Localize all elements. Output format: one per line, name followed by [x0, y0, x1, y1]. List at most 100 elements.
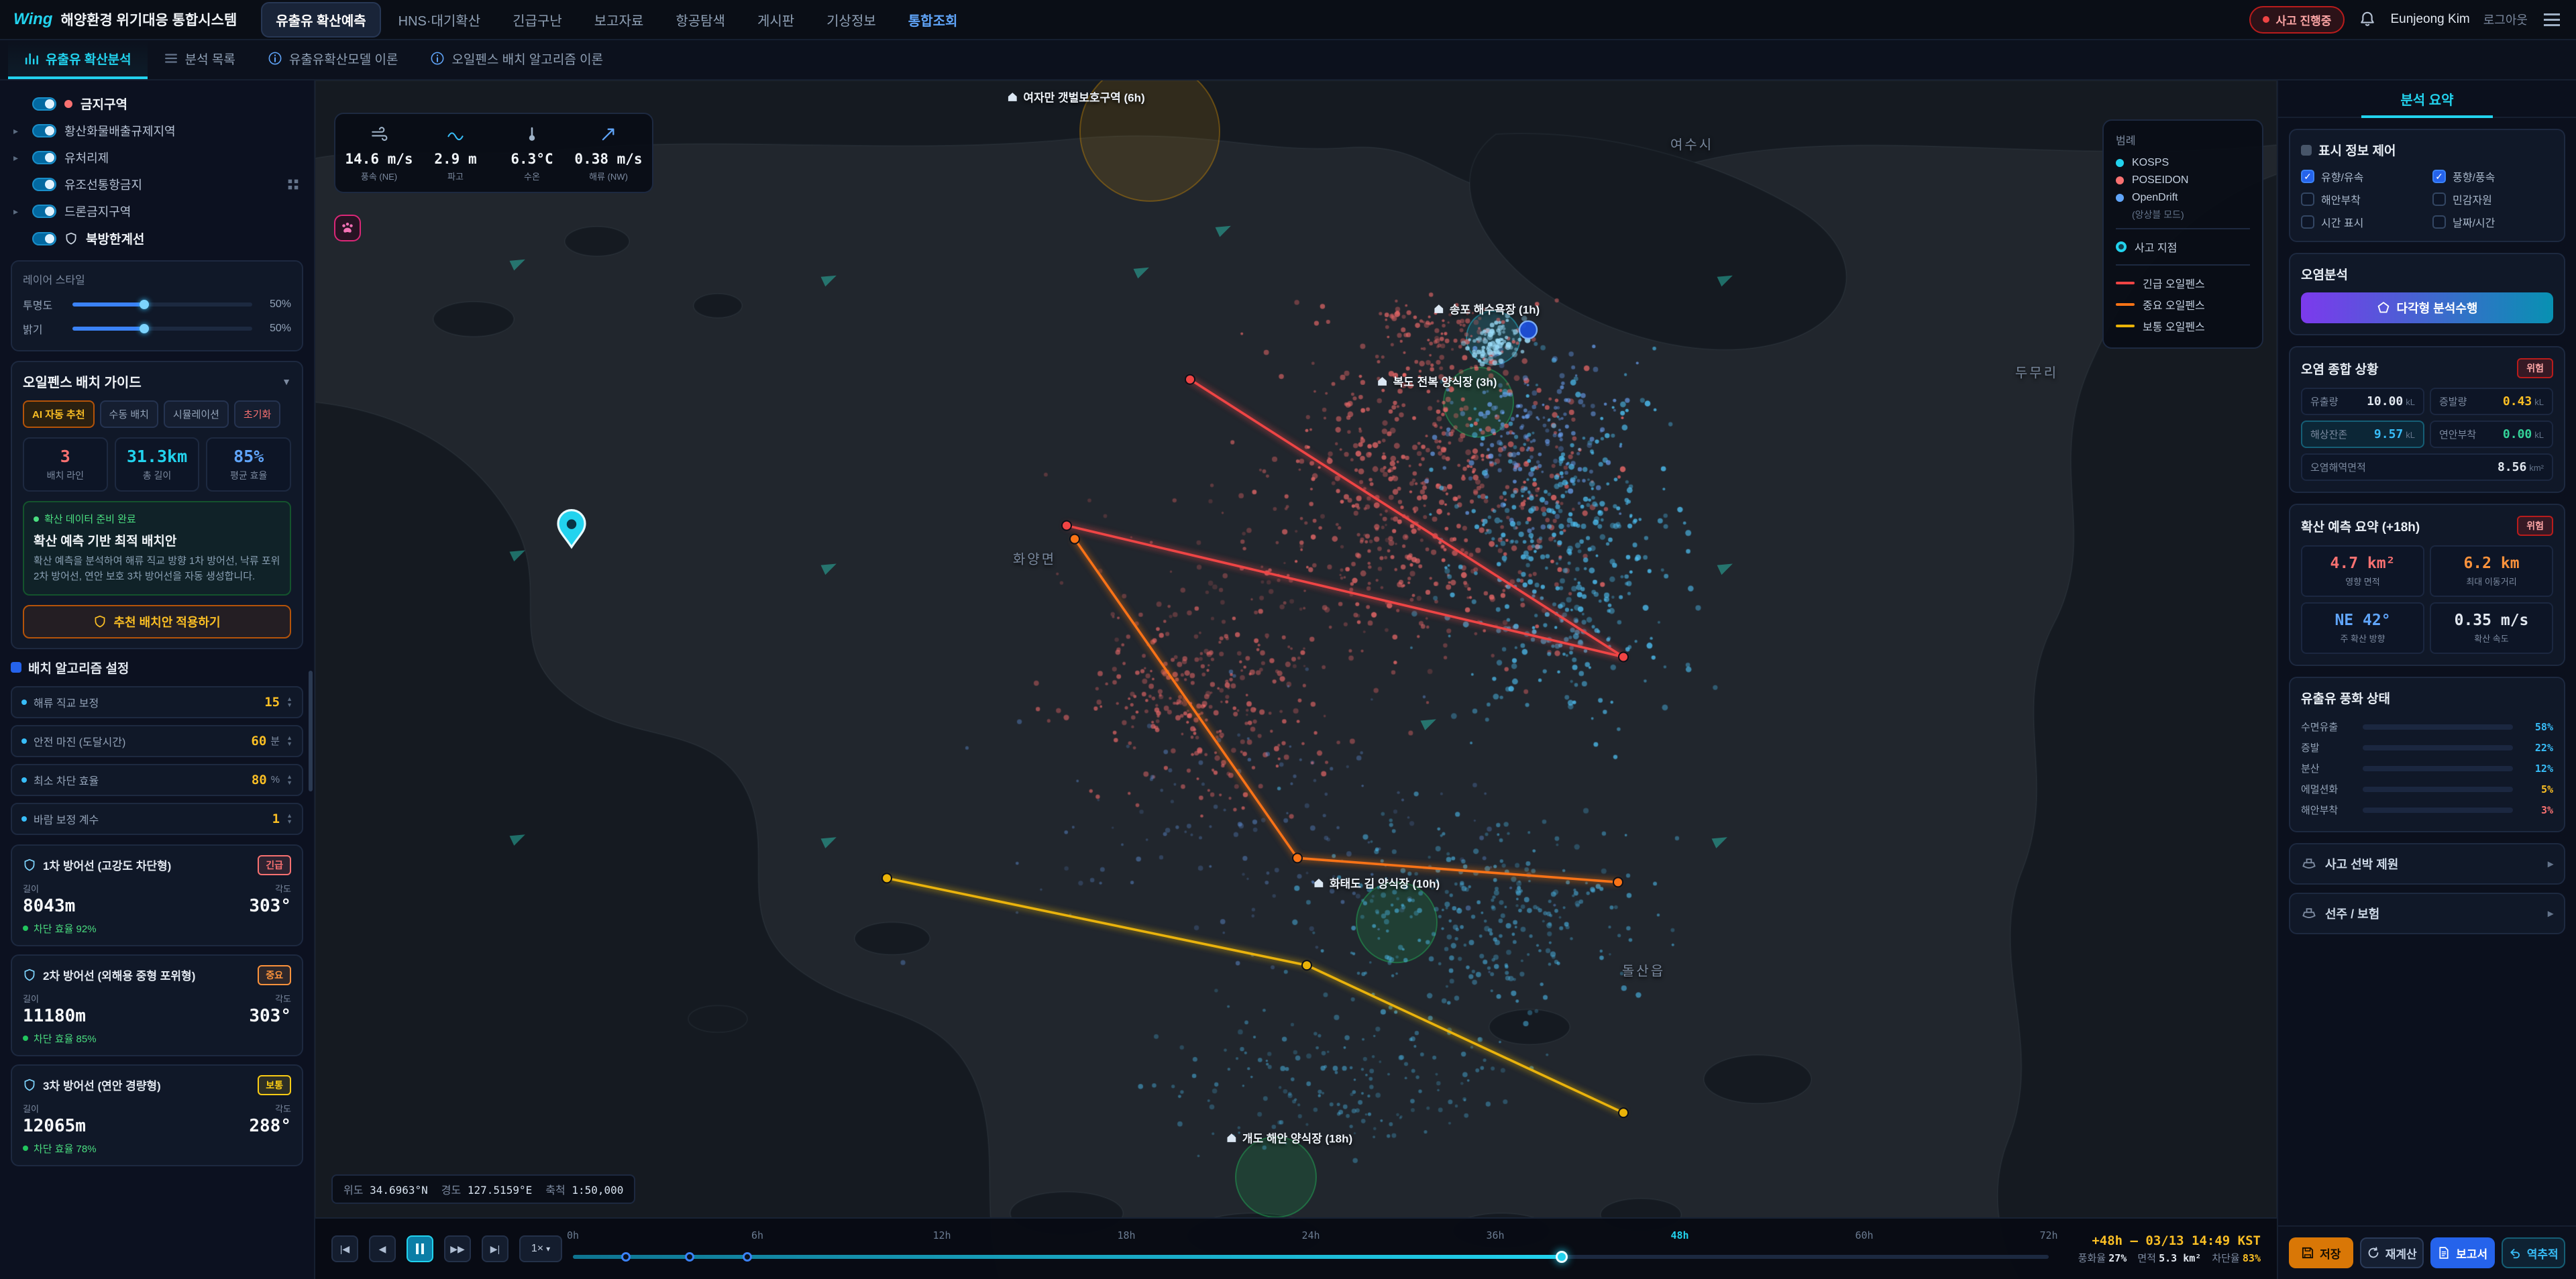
notifications-bell-icon[interactable] [2358, 10, 2377, 29]
nav-item[interactable]: 기상정보 [812, 2, 891, 38]
logout-button[interactable]: 로그아웃 [2483, 11, 2528, 28]
bar-value: 12% [2521, 763, 2553, 775]
stepper-arrows-icon[interactable]: ▲▼ [286, 735, 292, 747]
nav-item[interactable]: 보고자료 [580, 2, 659, 38]
collapsed-section[interactable]: 선주 / 보험▸ [2289, 893, 2565, 934]
nav-item[interactable]: 게시판 [743, 2, 809, 38]
layer-toggle-switch[interactable] [32, 151, 56, 164]
save-button[interactable]: 저장 [2289, 1237, 2353, 1268]
layer-row[interactable]: 유조선통항금지 [11, 172, 303, 197]
algo-param-stepper[interactable]: 바람 보정 계수1▲▼ [11, 803, 303, 835]
nav-item[interactable]: 긴급구난 [498, 2, 577, 38]
stepper-arrows-icon[interactable]: ▲▼ [286, 813, 292, 825]
stat-value: 6.2 km [2436, 555, 2546, 572]
polygon-analysis-button[interactable]: 다각형 분석수행 [2301, 292, 2553, 323]
apply-recommendation-button[interactable]: 추천 배치안 적용하기 [23, 605, 291, 638]
report-button[interactable]: 보고서 [2430, 1237, 2495, 1268]
skip-start-button[interactable]: |◀ [331, 1235, 358, 1262]
status-dot-icon [2263, 16, 2269, 23]
subtab[interactable]: 유출유확산모델 이론 [252, 40, 415, 79]
algo-param-stepper[interactable]: 해류 직교 보정15▲▼ [11, 686, 303, 718]
nav-item[interactable]: HNS·대기확산 [384, 2, 496, 38]
shield-icon [93, 615, 107, 628]
layer-row[interactable]: ▸황산화물배출규제지역 [11, 119, 303, 143]
timeline-knob[interactable] [1556, 1251, 1568, 1263]
nav-item[interactable]: 항공탐색 [661, 2, 740, 38]
timeline-event-marker[interactable] [743, 1252, 752, 1262]
stepper-arrows-icon[interactable]: ▲▼ [286, 774, 292, 786]
subtab[interactable]: 분석 목록 [148, 40, 252, 79]
layer-row[interactable]: ▸유처리제 [11, 146, 303, 170]
layer-toggle-switch[interactable] [32, 205, 56, 218]
fence-guide-tab[interactable]: 수동 배치 [100, 400, 158, 428]
map-container[interactable]: 여수시두무리화양면돌산읍여자만 갯벌보호구역 (6h)송포 해수욕장 (1h)복… [315, 80, 2277, 1279]
param-value: 60 [251, 734, 266, 748]
angle-label: 각도 [249, 992, 291, 1005]
display-checkbox[interactable]: 해안부착 [2301, 191, 2422, 207]
forecast-stat: 0.35 m/s확산 속도 [2430, 602, 2553, 654]
fast-forward-button[interactable]: ▶▶ [444, 1235, 471, 1262]
bar-value: 22% [2521, 742, 2553, 754]
defense-line-card[interactable]: 1차 방어선 (고강도 차단형)긴급길이8043m각도303°차단 효율 92% [11, 844, 303, 946]
layer-toggle-switch[interactable] [32, 124, 56, 137]
pause-button[interactable] [407, 1235, 433, 1262]
display-checkbox[interactable]: ✓풍향/풍속 [2432, 168, 2553, 184]
display-checkbox[interactable]: ✓유향/유속 [2301, 168, 2422, 184]
display-checkbox[interactable]: 날짜/시간 [2432, 214, 2553, 230]
fence-guide-tab[interactable]: 시뮬레이션 [164, 400, 229, 428]
layer-options-icon[interactable] [286, 177, 301, 192]
slider-knob[interactable] [140, 324, 149, 333]
blocking-efficiency: 차단 효율 92% [23, 922, 291, 936]
playback-speed-select[interactable]: 1×▾ [519, 1235, 562, 1262]
layer-row[interactable]: ▸드론금지구역 [11, 199, 303, 223]
layer-toggle-switch[interactable] [32, 232, 56, 245]
backtrack-button[interactable]: 역추적 [2502, 1237, 2566, 1268]
layer-row[interactable]: 북방한계선 [11, 226, 303, 251]
wing-logo-mark: Wing [13, 10, 52, 29]
display-checkbox[interactable]: 시간 표시 [2301, 214, 2422, 230]
layer-toggle-switch[interactable] [32, 178, 56, 191]
fence-guide-tab[interactable]: 초기화 [234, 400, 280, 428]
algo-param-stepper[interactable]: 최소 차단 효율80%▲▼ [11, 764, 303, 796]
fence-guide-tab[interactable]: AI 자동 추천 [23, 400, 95, 428]
slider-label: 밝기 [23, 321, 63, 337]
timeline-bar: |◀ ◀ ▶▶ ▶| 1×▾ 0h6h12h18h24h36h48h60h72h… [315, 1217, 2277, 1279]
timeline-event-marker[interactable] [685, 1252, 694, 1262]
slider-label: 투명도 [23, 296, 63, 313]
wildlife-layer-button[interactable] [334, 215, 361, 241]
nav-item[interactable]: 통합조회 [894, 2, 973, 38]
skip-end-button[interactable]: ▶| [482, 1235, 508, 1262]
defense-line-card[interactable]: 3차 방어선 (연안 경량형)보통길이12065m각도288°차단 효율 78% [11, 1064, 303, 1166]
display-checkbox[interactable]: 민감자원 [2432, 191, 2553, 207]
timeline-event-marker[interactable] [621, 1252, 631, 1262]
tab-analysis-summary[interactable]: 분석 요약 [2278, 80, 2576, 118]
param-value: 1 [272, 812, 280, 826]
algo-param-stepper[interactable]: 안전 마진 (도달시간)60분▲▼ [11, 725, 303, 757]
checkbox-icon: ✓ [2301, 170, 2314, 183]
subtab[interactable]: 유출유 확산분석 [8, 40, 148, 79]
defense-line-card[interactable]: 2차 방어선 (외해용 중형 포위형)중요길이11180m각도303°차단 효율… [11, 954, 303, 1056]
defense-length: 8043m [23, 896, 75, 916]
layer-toggle-switch[interactable] [32, 97, 56, 111]
nav-item[interactable]: 유출유 확산예측 [261, 2, 380, 38]
slider[interactable] [72, 302, 252, 307]
timeline-track[interactable] [573, 1255, 2049, 1259]
stepper-arrows-icon[interactable]: ▲▼ [286, 696, 292, 708]
shield-icon [23, 858, 36, 872]
forecast-stat: NE 42°주 확산 방향 [2301, 602, 2424, 654]
fence-guide-header[interactable]: 오일펜스 배치 가이드 ▼ [23, 372, 291, 391]
hamburger-menu-icon[interactable] [2541, 11, 2563, 29]
guide-stat: 85%평균 효율 [206, 437, 291, 492]
weather-value: 6.3°C [494, 151, 570, 167]
slider-knob[interactable] [140, 300, 149, 309]
sidebar-scrollbar[interactable] [309, 671, 313, 791]
step-back-button[interactable]: ◀ [369, 1235, 396, 1262]
recalculate-button[interactable]: 재계산 [2360, 1237, 2424, 1268]
legend-model-entry: OpenDrift [2116, 189, 2250, 207]
slider[interactable] [72, 327, 252, 331]
subtab[interactable]: 오일펜스 배치 알고리즘 이론 [414, 40, 619, 79]
layer-row[interactable]: 금지구역 [11, 91, 303, 116]
layer-label: 유처리제 [64, 149, 109, 166]
collapsed-section[interactable]: 사고 선박 제원▸ [2289, 843, 2565, 885]
timeline-readout: +48h — 03/13 14:49 KST 풍화율 27%면적 5.3 km²… [2059, 1233, 2261, 1265]
